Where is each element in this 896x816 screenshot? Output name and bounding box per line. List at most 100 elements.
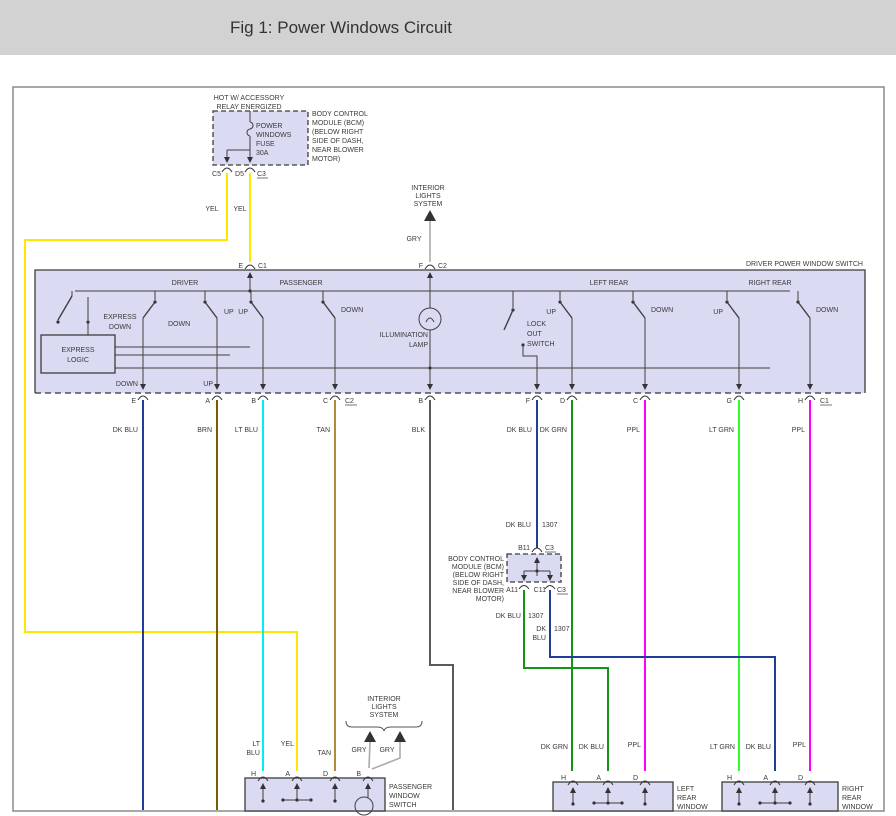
rr-pin-a: A xyxy=(763,775,768,782)
pin-label-c1: C1 xyxy=(820,398,829,405)
pin-label-a11: A11 xyxy=(506,587,518,594)
right-rear-label-line1: RIGHT xyxy=(842,786,865,793)
wire-label-dk-grn: DK GRN xyxy=(540,427,567,434)
pass-pin-d: D xyxy=(323,771,328,778)
bcm-note-line5: NEAR BLOWER xyxy=(452,588,504,595)
pin-label-c: C xyxy=(323,398,328,405)
passenger-label-line1: PASSENGER xyxy=(389,784,432,791)
wire-circuit-c11: 1307 xyxy=(554,626,570,633)
express-down-line1: EXPRESS xyxy=(103,314,136,321)
label-lt-blu-line2: BLU xyxy=(246,750,260,757)
label-lt-grn: LT GRN xyxy=(710,744,735,751)
express-logic-line2: LOGIC xyxy=(67,357,89,364)
section-left-rear: LEFT REAR xyxy=(590,280,628,287)
label-ppl-lr: PPL xyxy=(628,742,641,749)
pin-label-c1-top: C1 xyxy=(258,263,267,270)
bcm-note-line3: (BELOW RIGHT xyxy=(453,572,505,579)
wire-label-gry-2: GRY xyxy=(379,747,394,754)
wire-label-dk-blu-e: DK BLU xyxy=(113,427,138,434)
wire-label-c11-line1: DK xyxy=(536,626,546,633)
section-right-rear: RIGHT REAR xyxy=(748,280,791,287)
wire-label-yel-1: YEL xyxy=(205,206,218,213)
wire-label-gry-top: GRY xyxy=(406,236,421,243)
interior-lights-line3: SYSTEM xyxy=(414,201,443,208)
wire-label-dk-blu-f: DK BLU xyxy=(507,427,532,434)
pin-label-h: H xyxy=(798,398,803,405)
lr-pin-d: D xyxy=(633,775,638,782)
express-logic-line1: EXPRESS xyxy=(61,347,94,354)
pin-label-a: A xyxy=(205,398,210,405)
section-driver: DRIVER xyxy=(172,280,198,287)
passenger-label-line2: WINDOW xyxy=(389,793,420,800)
rr-pin-d: D xyxy=(798,775,803,782)
hot-label-line2: RELAY ENERGIZED xyxy=(216,104,281,111)
left-rear-label-line3: WINDOW xyxy=(677,804,708,811)
pass-pin-a: A xyxy=(285,771,290,778)
pin-label-c-2: C xyxy=(633,398,638,405)
section-passenger: PASSENGER xyxy=(279,280,322,287)
label-ppl-rr: PPL xyxy=(793,742,806,749)
pin-label-f-top: F xyxy=(419,263,423,270)
right-rear-down-label: DOWN xyxy=(816,307,838,314)
label-dk-blu-rr: DK BLU xyxy=(746,744,771,751)
interior-lights-b-line2: LIGHTS xyxy=(371,704,397,711)
lr-pin-a: A xyxy=(596,775,601,782)
lockout-label-line3: SWITCH xyxy=(527,341,555,348)
pass-pin-b: B xyxy=(356,771,361,778)
bcm-note-line5: NEAR BLOWER xyxy=(312,147,364,154)
bottom-up-label: UP xyxy=(203,381,213,388)
bcm-box xyxy=(507,554,561,582)
passenger-down-label: DOWN xyxy=(341,307,363,314)
left-rear-down-label: DOWN xyxy=(651,307,673,314)
right-rear-up-label: UP xyxy=(713,309,723,316)
lockout-label-line2: OUT xyxy=(527,331,543,338)
express-logic-box xyxy=(41,335,115,373)
bcm-circuit-top: 1307 xyxy=(542,522,558,529)
pin-label-b2: B xyxy=(418,398,423,405)
interior-lights-b-line3: SYSTEM xyxy=(370,712,399,719)
pass-pin-h: H xyxy=(251,771,256,778)
driver-down-label: DOWN xyxy=(168,321,190,328)
wire-label-yel-2: YEL xyxy=(233,206,246,213)
bcm-note-line6: MOTOR) xyxy=(476,596,504,603)
right-rear-label-line2: REAR xyxy=(842,795,861,802)
pin-label-c11: C11 xyxy=(534,587,546,594)
wire-label-c11-line2: BLU xyxy=(532,635,546,642)
bcm-note-line1: BODY CONTROL xyxy=(448,556,504,563)
left-rear-label-line1: LEFT xyxy=(677,786,695,793)
rr-pin-h: H xyxy=(727,775,732,782)
wire-circuit-a11: 1307 xyxy=(528,613,544,620)
bcm-note-line1: BODY CONTROL xyxy=(312,111,368,118)
interior-lights-line1: INTERIOR xyxy=(411,185,444,192)
pin-label-d: D xyxy=(560,398,565,405)
label-dk-blu-lr: DK BLU xyxy=(579,744,604,751)
bcm-note-line2: MODULE (BCM) xyxy=(312,120,364,127)
driver-up-label: UP xyxy=(224,309,234,316)
bcm-note-line2: MODULE (BCM) xyxy=(452,564,504,571)
label-tan: TAN xyxy=(318,750,331,757)
fuse-name-line3: FUSE xyxy=(256,141,275,148)
driver-power-window-switch: DRIVER POWER WINDOW SWITCH E C1 F C2 DRI… xyxy=(35,261,865,405)
pin-label-f: F xyxy=(526,398,530,405)
wire-label-tan: TAN xyxy=(317,427,330,434)
wire-label-ppl-h: PPL xyxy=(792,427,805,434)
right-rear-label-line3: WINDOW xyxy=(842,804,873,811)
switch-box-title: DRIVER POWER WINDOW SWITCH xyxy=(746,261,863,268)
passenger-up-label: UP xyxy=(238,309,248,316)
pin-label-c3: C3 xyxy=(257,171,266,178)
wire-label-brn: BRN xyxy=(197,427,212,434)
bcm-wire-label-top: DK BLU xyxy=(506,522,531,529)
wire-label-ppl-c: PPL xyxy=(627,427,640,434)
pin-label-c3-bot: C3 xyxy=(557,587,566,594)
wire-label-lt-blu: LT BLU xyxy=(235,427,258,434)
fuse-name-line1: POWER xyxy=(256,123,282,130)
bcm-note-line6: MOTOR) xyxy=(312,156,340,163)
bottom-down-label: DOWN xyxy=(116,381,138,388)
wire-label-lt-grn: LT GRN xyxy=(709,427,734,434)
fuse-name-line2: WINDOWS xyxy=(256,132,292,139)
illumination-label-line1: ILLUMINATION xyxy=(380,332,429,339)
pin-label-c2: C2 xyxy=(345,398,354,405)
left-rear-label-line2: REAR xyxy=(677,795,696,802)
pin-label-c3-top: C3 xyxy=(545,545,554,552)
pin-label-d5: D5 xyxy=(235,171,244,178)
